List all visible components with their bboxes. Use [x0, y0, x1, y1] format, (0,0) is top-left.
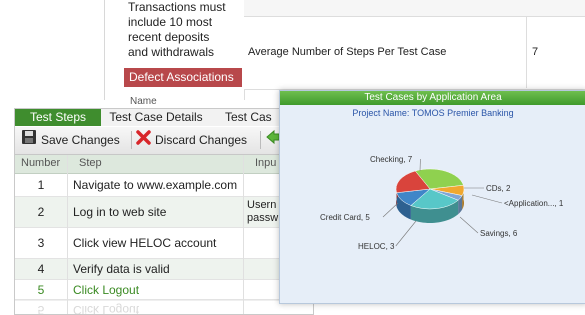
- metric-label: Average Number of Steps Per Test Case: [248, 46, 446, 58]
- step-input: Usern passw: [247, 199, 278, 225]
- step-text: Click Logout: [73, 303, 139, 315]
- discard-changes-label: Discard Changes: [155, 130, 247, 150]
- step-number: 5: [15, 303, 67, 315]
- step-text: Click view HELOC account: [73, 236, 216, 250]
- input-column-header[interactable]: Inpu: [255, 157, 276, 169]
- requirement-line: include 10 most: [128, 15, 240, 30]
- save-changes-label: Save Changes: [41, 130, 120, 150]
- column-divider: [243, 155, 244, 315]
- toolbar-separator: [131, 131, 132, 149]
- step-number: 4: [15, 262, 67, 276]
- defect-name-column-header[interactable]: Name: [130, 96, 157, 107]
- pie-slice-label: Credit Card, 5: [320, 213, 370, 222]
- toolbar-separator: [260, 131, 261, 149]
- pie-leader-line: [383, 203, 398, 217]
- step-number: 2: [15, 205, 67, 219]
- discard-icon: [136, 130, 151, 151]
- pie-leader-line: [396, 221, 416, 246]
- step-text: Click Logout: [73, 283, 139, 297]
- requirement-line: and withdrawals: [128, 45, 240, 60]
- metric-value: 7: [532, 46, 538, 58]
- save-icon: [21, 129, 37, 151]
- pie-slice-label: Savings, 6: [480, 229, 518, 238]
- step-number: 1: [15, 178, 67, 192]
- pie-slice-label: <Application..., 1: [504, 199, 564, 208]
- table-row[interactable]: 4 Verify data is valid: [15, 259, 313, 280]
- step-number: 3: [15, 236, 67, 250]
- number-column-header[interactable]: Number: [21, 157, 60, 169]
- step-text: Navigate to www.example.com: [73, 178, 237, 192]
- table-row[interactable]: 1 Navigate to www.example.com: [15, 174, 313, 197]
- table-row[interactable]: 2 Log in to web site Usern passw: [15, 197, 313, 228]
- steps-grid-header: Number Step Inpu: [15, 155, 313, 174]
- chart-window: Test Cases by Application Area Project N…: [279, 90, 585, 304]
- defect-associations-tab[interactable]: Defect Associations: [124, 68, 242, 87]
- metric-divider: [526, 16, 527, 88]
- table-row[interactable]: 5 Click Logout: [15, 280, 313, 300]
- pie-slice-label: Checking, 7: [370, 155, 413, 164]
- requirement-description: Transactions must include 10 most recent…: [128, 0, 240, 60]
- step-text: Verify data is valid: [73, 262, 170, 276]
- table-row[interactable]: 3 Click view HELOC account: [15, 228, 313, 259]
- column-divider: [67, 155, 68, 315]
- step-number: 5: [15, 283, 67, 297]
- pie-slice-label: CDs, 2: [486, 184, 511, 193]
- step-column-header[interactable]: Step: [79, 157, 102, 169]
- discard-changes-button[interactable]: Discard Changes: [136, 130, 247, 150]
- pie-slice-label: HELOC, 3: [358, 242, 395, 251]
- save-changes-button[interactable]: Save Changes: [21, 130, 120, 150]
- metrics-table-header: [244, 0, 585, 16]
- pie-leader-line: [460, 217, 478, 233]
- pie-leader-line: [472, 195, 502, 203]
- steps-toolbar: Save Changes Discard Changes: [15, 127, 313, 155]
- requirement-line: recent deposits: [128, 30, 240, 45]
- step-text: Log in to web site: [73, 205, 166, 219]
- test-steps-window: Test Steps Test Case Details Test Cas Sa…: [14, 108, 314, 315]
- pie-chart: Checking, 7 CDs, 2 <Application..., 1 Savin…: [280, 91, 585, 303]
- tab-test-case-details[interactable]: Test Case Details: [101, 109, 212, 126]
- tab-test-steps[interactable]: Test Steps: [15, 109, 102, 126]
- requirement-line: Transactions must: [128, 0, 240, 15]
